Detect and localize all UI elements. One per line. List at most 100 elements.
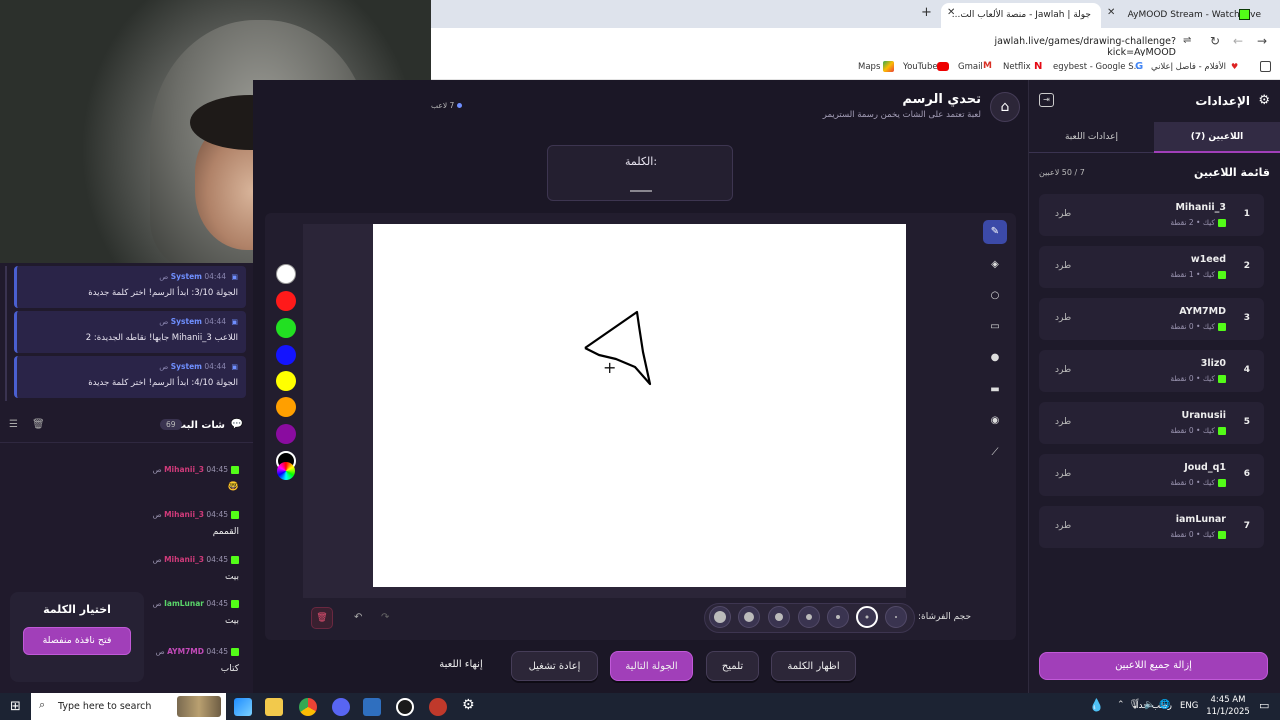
color-picker-icon[interactable]	[277, 462, 295, 480]
rectangle-tool-icon[interactable]: ▭	[983, 315, 1007, 339]
kick-player-button[interactable]: طرد	[1055, 521, 1071, 531]
chat-message: Mihanii_3 04:45 ص 🤓	[19, 465, 239, 492]
apps-icon[interactable]	[1260, 61, 1271, 72]
message-user[interactable]: Mihanii_3	[164, 510, 204, 519]
player-rank: 2	[1243, 261, 1250, 271]
drawing-canvas[interactable]: +	[373, 224, 906, 587]
fill-bucket-icon[interactable]: ◉	[983, 409, 1007, 433]
player-rank: 5	[1243, 417, 1250, 427]
close-tab-icon[interactable]: ✕	[1107, 7, 1115, 18]
circle-tool-icon[interactable]: ○	[983, 284, 1007, 308]
player-points: 0 نقطة	[1170, 478, 1194, 487]
site-settings-icon[interactable]: ⇌	[1183, 35, 1191, 46]
message-user[interactable]: AYM7MD	[167, 647, 204, 656]
message-user[interactable]: Mihanii_3	[164, 465, 204, 474]
chrome-icon[interactable]	[299, 698, 317, 716]
end-game-button[interactable]: إنهاء اللعبة	[430, 659, 492, 670]
brush-size-xxs[interactable]	[885, 606, 907, 628]
tab-players[interactable]: اللاعبين (7)	[1154, 122, 1280, 153]
message-user[interactable]: IamLunar	[164, 599, 204, 608]
notification-icon[interactable]: ▭	[1259, 699, 1269, 712]
filled-circle-icon[interactable]: ●	[983, 346, 1007, 370]
brush-size-m[interactable]	[768, 606, 790, 628]
bookmark-gmail[interactable]: Gmail	[958, 62, 983, 72]
brush-size-selected[interactable]	[856, 606, 878, 628]
bookmark-youtube[interactable]: YouTube	[903, 62, 938, 72]
brush-size-l[interactable]	[738, 606, 760, 628]
next-round-button[interactable]: الجولة التالية	[610, 651, 693, 681]
redo-icon[interactable]: ↷	[381, 612, 389, 623]
kick-player-button[interactable]: طرد	[1055, 313, 1071, 323]
copilot-icon[interactable]	[234, 698, 252, 716]
filter-icon[interactable]: ☰	[9, 419, 18, 430]
color-white[interactable]	[276, 264, 296, 284]
kick-player-button[interactable]: طرد	[1055, 469, 1071, 479]
viewer-count-badge: 69	[160, 419, 182, 430]
color-orange[interactable]	[276, 397, 296, 417]
system-tray-icons[interactable]: ⌃🎙🔈🌐	[1117, 700, 1174, 710]
word-picker-widget: اختيار الكلمة فتح نافذة منفصلة	[10, 592, 144, 682]
url-field[interactable]: jawlah.live/games/drawing-challenge?kick…	[951, 36, 1176, 58]
settings-gear-icon[interactable]: ⚙	[462, 697, 475, 713]
kick-icon	[1218, 219, 1226, 227]
heart-icon: ♥	[1231, 62, 1239, 71]
line-tool-icon[interactable]: ⟋	[983, 441, 1007, 465]
home-icon[interactable]: ⌂	[990, 92, 1020, 122]
brush-size-xs[interactable]	[827, 606, 849, 628]
clear-canvas-icon[interactable]: 🗑	[311, 607, 333, 629]
word-label: الكلمة:	[624, 155, 658, 168]
bookmark-egybest[interactable]: egybest - Google S...	[1053, 62, 1142, 72]
brush-size-s[interactable]	[798, 606, 820, 628]
back-icon[interactable]: →	[1257, 34, 1267, 48]
player-meta: كيك • 0 نقطة	[1170, 530, 1226, 539]
media-app-icon[interactable]	[429, 698, 447, 716]
bookmark-netflix[interactable]: Netflix	[1003, 62, 1031, 72]
windows-start-icon[interactable]: ⊞	[10, 699, 21, 714]
tab-game-settings[interactable]: إعدادات اللعبة	[1029, 122, 1154, 153]
reveal-word-button[interactable]: اظهار الكلمة	[771, 651, 856, 681]
tab-jawlah[interactable]: جولة | Jawlah - منصة الألعاب الت...	[941, 3, 1101, 28]
remove-all-players-button[interactable]: إزالة جميع اللاعبين	[1039, 652, 1268, 680]
player-row: 7 iamLunar كيك • 0 نقطة طرد	[1039, 506, 1264, 548]
kick-player-button[interactable]: طرد	[1055, 209, 1071, 219]
trash-icon[interactable]: 🗑	[32, 419, 45, 430]
kick-icon	[1218, 323, 1226, 331]
bookmark-aflam[interactable]: الأفلام - فاصل إعلاني	[1151, 62, 1226, 72]
color-red[interactable]	[276, 291, 296, 311]
color-yellow[interactable]	[276, 371, 296, 391]
hint-button[interactable]: تلميح	[706, 651, 759, 681]
kick-player-button[interactable]: طرد	[1055, 261, 1071, 271]
eraser-icon[interactable]: ◈	[983, 253, 1007, 277]
kick-player-button[interactable]: طرد	[1055, 365, 1071, 375]
chat-scrollbar[interactable]	[5, 266, 7, 401]
color-blue[interactable]	[276, 345, 296, 365]
brush-size-xl[interactable]	[709, 606, 731, 628]
clock-date[interactable]: 11/1/2025	[1203, 707, 1253, 717]
filled-rectangle-icon[interactable]: ▬	[983, 378, 1007, 402]
clock-time[interactable]: 4:45 AM	[1206, 695, 1250, 705]
color-purple[interactable]	[276, 424, 296, 444]
color-green[interactable]	[276, 318, 296, 338]
reload-icon[interactable]: ↻	[1210, 34, 1220, 48]
language-indicator[interactable]: ENG	[1180, 701, 1198, 711]
undo-icon[interactable]: ↶	[354, 612, 362, 623]
app-window-icon[interactable]	[363, 698, 381, 716]
online-indicator: 7 لاعب	[431, 101, 463, 110]
restart-button[interactable]: إعادة تشغيل	[511, 651, 598, 681]
collapse-panel-icon[interactable]: ⇥	[1039, 93, 1054, 107]
player-points: 2 نقطة	[1170, 218, 1194, 227]
new-tab-icon[interactable]: +	[921, 5, 932, 20]
bookmark-maps[interactable]: Maps	[858, 62, 880, 72]
close-tab-icon[interactable]: ✕	[947, 7, 955, 18]
kick-player-button[interactable]: طرد	[1055, 417, 1071, 427]
taskbar-search[interactable]: ⌕ Type here to search	[31, 693, 226, 720]
pencil-icon[interactable]: ✎	[983, 220, 1007, 244]
open-window-button[interactable]: فتح نافذة منفصلة	[23, 627, 131, 655]
file-explorer-icon[interactable]	[265, 698, 283, 716]
chat-message: Mihanii_3 04:45 ص بيت	[19, 555, 239, 582]
discord-icon[interactable]	[332, 698, 350, 716]
obs-icon[interactable]	[396, 698, 414, 716]
message-user[interactable]: Mihanii_3	[164, 555, 204, 564]
forward-icon[interactable]: ←	[1233, 34, 1243, 48]
player-meta: كيك • 1 نقطة	[1170, 270, 1226, 279]
